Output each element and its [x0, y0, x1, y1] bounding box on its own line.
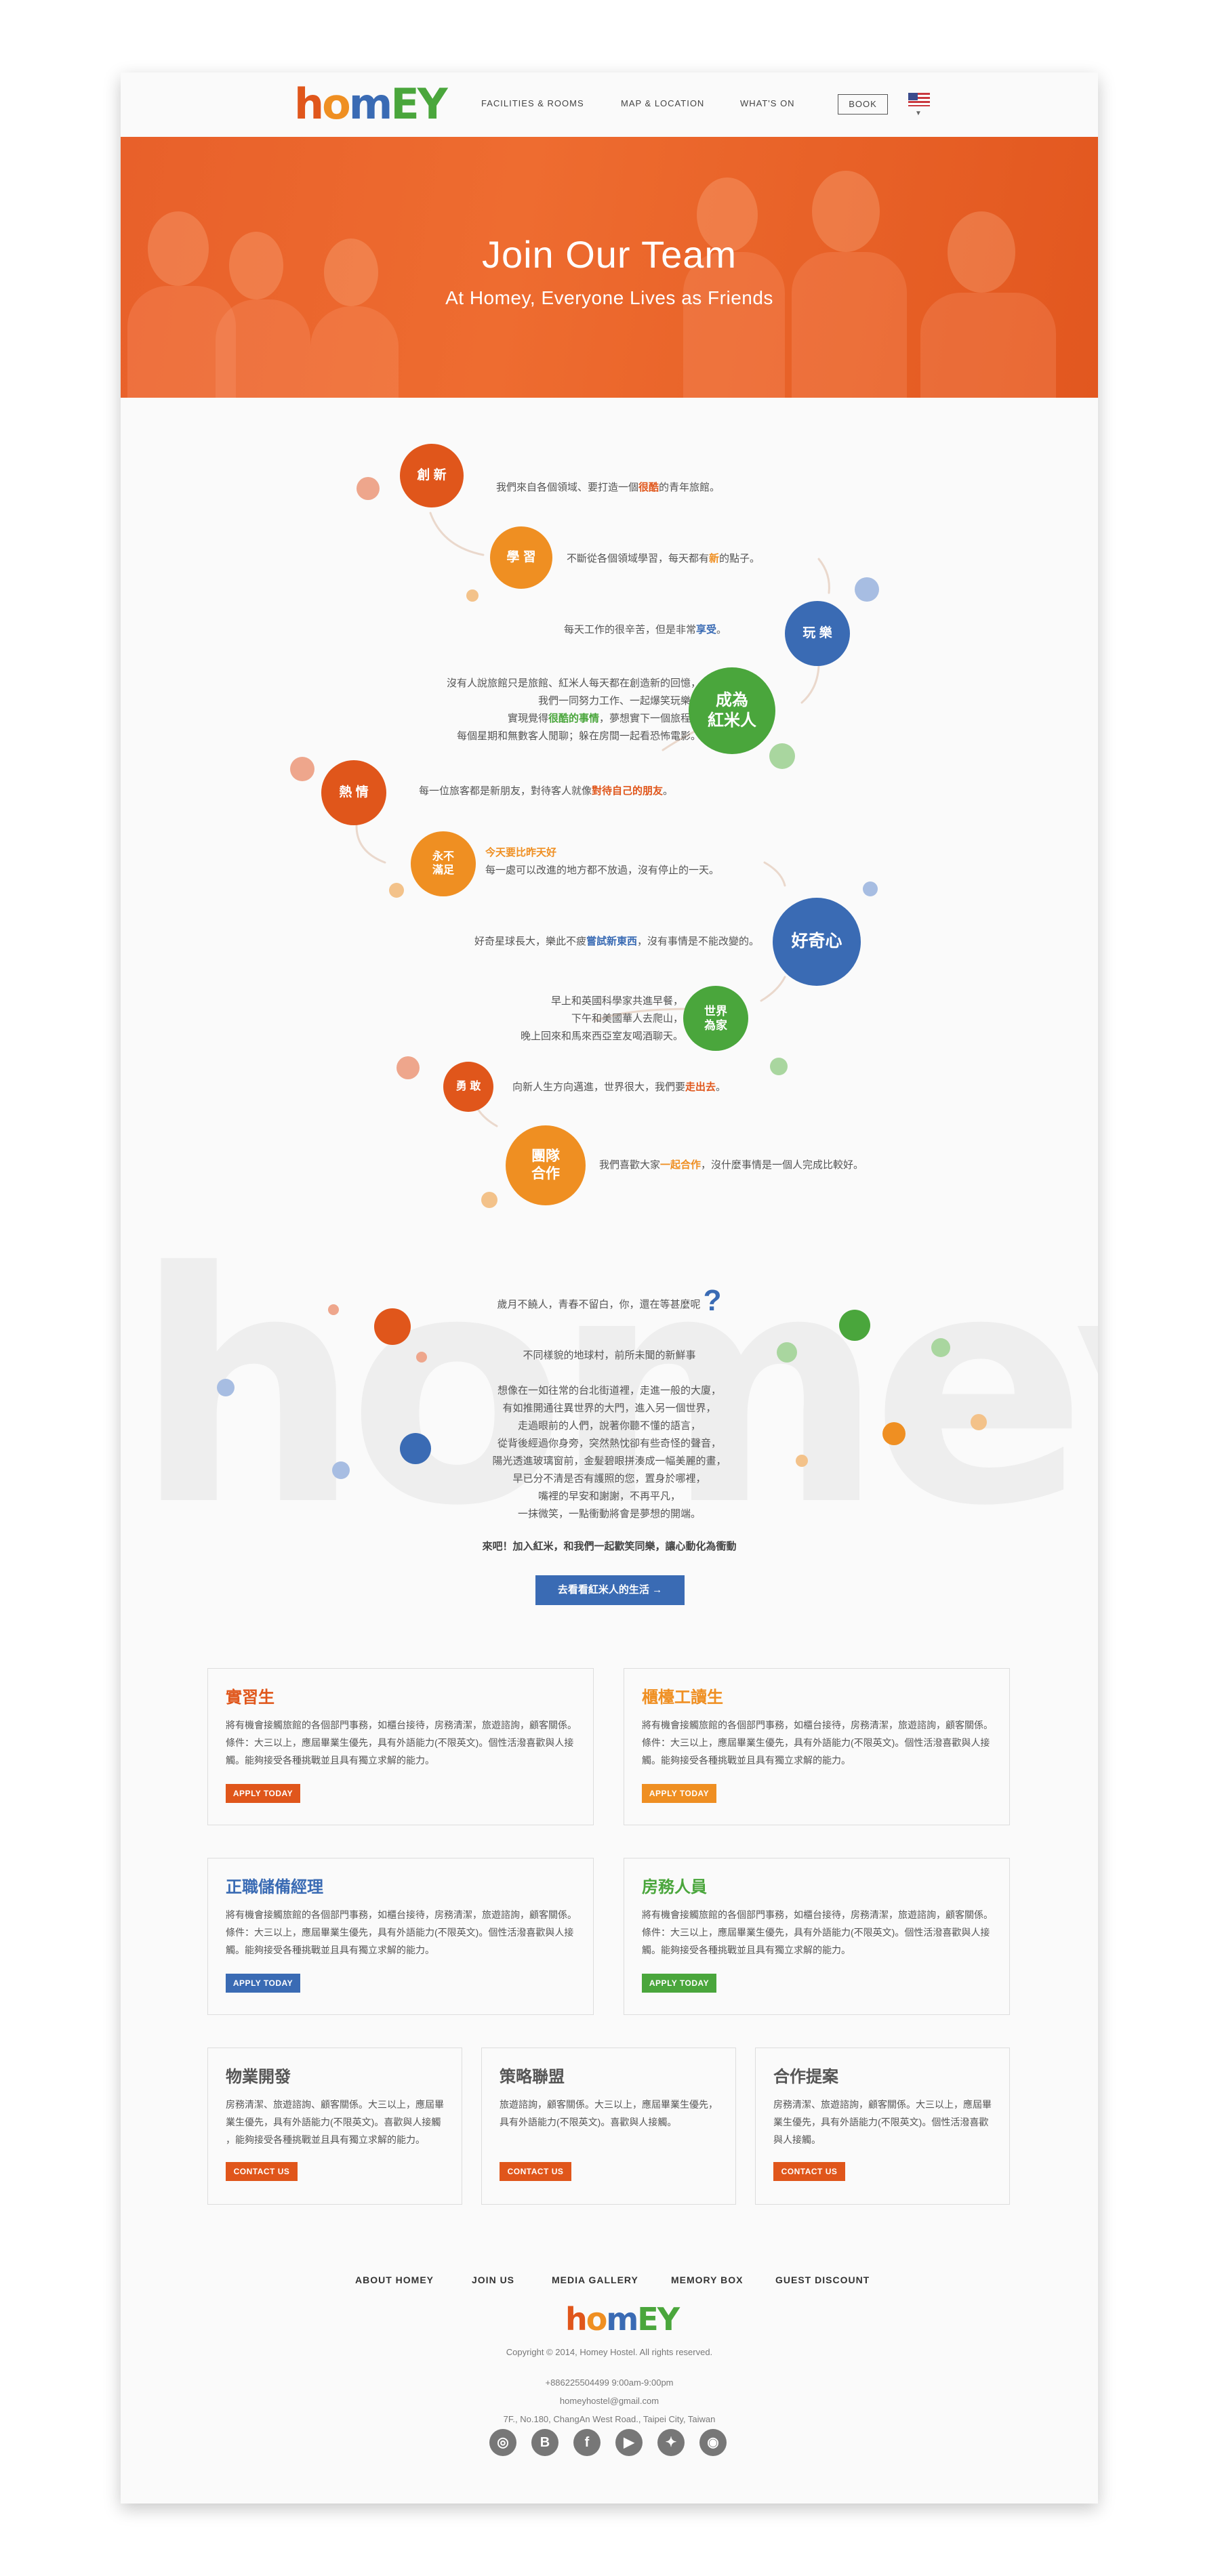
- partner-title: 合作提案: [773, 2068, 838, 2086]
- footer-nav-about[interactable]: ABOUT HOMEY: [355, 2274, 434, 2285]
- decorative-dot: [863, 881, 878, 896]
- partner-title: 策略聯盟: [500, 2068, 565, 2086]
- job-description: 將有機會接觸旅館的各個部門事務，如櫃台接待，房務清潔，旅遊諮詢，顧客關係。 條件：…: [226, 1720, 577, 1766]
- youtube-icon[interactable]: ▶: [615, 2429, 643, 2456]
- footer-nav-guest-discount[interactable]: GUEST DISCOUNT: [775, 2274, 870, 2285]
- job-card-intern: 實習生 將有機會接觸旅館的各個部門事務，如櫃台接待，房務清潔，旅遊諮詢，顧客關係…: [207, 1668, 594, 1825]
- contact-us-button[interactable]: CONTACT US: [773, 2162, 845, 2181]
- apply-today-button[interactable]: APPLY TODAY: [226, 1784, 300, 1803]
- partner-description: 房務清潔、旅遊諮詢、顧客關係。大三以上，應屆畢 業生優先，具有外語能力(不限英文)…: [226, 2099, 444, 2145]
- facebook-icon[interactable]: f: [573, 2429, 601, 2456]
- partner-description: 房務清潔、旅遊諮詢，顧客關係。大三以上，應屆畢 業生優先，具有外語能力(不限英文)…: [773, 2099, 992, 2145]
- value-text-passion: 每一位旅客都是新朋友，對待客人就像對待自己的朋友。: [419, 785, 674, 797]
- decorative-dot: [389, 883, 404, 898]
- job-description: 將有機會接觸旅館的各個部門事務，如櫃台接待，房務清潔，旅遊諮詢，顧客關係。 條件：…: [642, 1720, 993, 1766]
- value-text-courage: 向新人生方向邁進，世界很大，我們要走出去。: [512, 1081, 727, 1093]
- job-card-front-desk: 櫃檯工讀生 將有機會接觸旅館的各個部門事務，如櫃台接待，房務清潔，旅遊諮詢，顧客…: [624, 1668, 1010, 1825]
- job-description: 將有機會接觸旅館的各個部門事務，如櫃台接待，房務清潔，旅遊諮詢，顧客關係。 條件：…: [226, 1909, 577, 1955]
- blogger-icon[interactable]: B: [531, 2429, 558, 2456]
- story-closing: 來吧！加入紅米，和我們一起歡笑同樂，讓心動化為衝動: [482, 1541, 737, 1552]
- contact-us-button[interactable]: CONTACT US: [226, 2162, 298, 2181]
- value-circle-become-homey: 成為 紅米人: [689, 667, 775, 754]
- value-text-curiosity: 好奇星球長大，樂此不疲嘗試新東西，沒有事情是不能改變的。: [474, 936, 759, 947]
- values-path-connector: [355, 512, 830, 1127]
- weibo-icon[interactable]: ◉: [699, 2429, 727, 2456]
- apply-today-button[interactable]: APPLY TODAY: [642, 1784, 716, 1803]
- story-body: 想像在一如往常的台北街道裡，走進一般的大廈， 有如推開通往異世界的大門，進入另一…: [492, 1385, 727, 1520]
- value-text-innovation: 我們來自各個領域、要打造一個很酷的青年旅館。: [496, 482, 720, 493]
- decorative-dot: [290, 757, 314, 781]
- job-title: 正職儲備經理: [226, 1878, 323, 1896]
- copyright: Copyright © 2014, Homey Hostel. All righ…: [506, 2347, 713, 2357]
- story-question: 歲月不饒人，青春不留白，你，還在等甚麼呢 ?: [497, 1284, 722, 1317]
- partner-card-alliance: 策略聯盟 旅遊諮詢，顧客關係。大三以上，應屆畢業生優先， 具有外語能力(不限英文)…: [481, 2048, 736, 2205]
- decorative-dot: [466, 589, 479, 602]
- job-title: 櫃檯工讀生: [642, 1688, 723, 1707]
- job-description: 將有機會接觸旅館的各個部門事務，如櫃台接待，房務清潔，旅遊諮詢，顧客關係。 條件：…: [642, 1909, 993, 1955]
- footer-nav-media-gallery[interactable]: MEDIA GALLERY: [552, 2274, 638, 2285]
- value-text-learning: 不斷從各個領域學習，每天都有新的點子。: [567, 553, 760, 564]
- value-text-world-home: 早上和英國科學家共進早餐， 下午和美國華人去爬山， 晚上回來和馬來西亞室友喝酒聊…: [520, 995, 683, 1042]
- value-circle-never-satisfied: 永不 滿足: [411, 831, 476, 896]
- value-circle-curiosity: 好奇心: [773, 898, 861, 986]
- homey-life-button[interactable]: 去看看紅米人的生活 →: [535, 1575, 685, 1605]
- value-text-fun: 每天工作的很辛苦，但是非常享受。: [563, 624, 727, 636]
- story-intro: 不同樣貌的地球村，前所未聞的新鮮事: [523, 1350, 696, 1361]
- value-circle-courage: 勇 敢: [443, 1062, 493, 1112]
- partner-title: 物業開發: [226, 2068, 291, 2086]
- value-circle-passion: 熱 情: [321, 760, 386, 825]
- apply-today-button[interactable]: APPLY TODAY: [642, 1974, 716, 1993]
- question-mark-icon: ?: [703, 1284, 722, 1317]
- partner-card-property: 物業開發 房務清潔、旅遊諮詢、顧客關係。大三以上，應屆畢 業生優先，具有外語能力(…: [207, 2048, 462, 2205]
- contact-email[interactable]: homeyhostel@gmail.com: [121, 2396, 1098, 2406]
- page: homEY FACILITIES & ROOMS MAP & LOCATION …: [121, 72, 1098, 2504]
- value-circle-innovation: 創 新: [400, 444, 464, 507]
- twitter-icon[interactable]: ✦: [657, 2429, 685, 2456]
- tripadvisor-icon[interactable]: ◎: [489, 2429, 516, 2456]
- contact-phone: +886225504499 9:00am-9:00pm: [545, 2377, 674, 2388]
- job-card-manager: 正職儲備經理 將有機會接觸旅館的各個部門事務，如櫃台接待，房務清潔，旅遊諮詢，顧…: [207, 1858, 594, 2015]
- decorative-dot: [855, 577, 879, 602]
- decorative-dot: [769, 743, 795, 769]
- job-title: 房務人員: [642, 1878, 707, 1896]
- value-text-teamwork: 我們喜歡大家一起合作，沒什麼事情是一個人完成比較好。: [599, 1159, 864, 1171]
- job-title: 實習生: [226, 1688, 274, 1707]
- partner-description: 旅遊諮詢，顧客關係。大三以上，應屆畢業生優先， 具有外語能力(不限英文)。喜歡與人…: [500, 2099, 718, 2127]
- value-circle-fun: 玩 樂: [785, 601, 850, 666]
- apply-today-button[interactable]: APPLY TODAY: [226, 1974, 300, 1993]
- job-card-housekeeping: 房務人員 將有機會接觸旅館的各個部門事務，如櫃台接待，房務清潔，旅遊諮詢，顧客關…: [624, 1858, 1010, 2015]
- decorative-dot: [396, 1056, 420, 1079]
- contact-address: 7F., No.180, ChangAn West Road., Taipei …: [503, 2414, 716, 2424]
- value-text-become-homey: 沒有人說旅館只是旅館、紅米人每天都在創造新的回憶， 我們一同努力工作、一起爆笑玩…: [446, 678, 701, 742]
- footer-nav-memory-box[interactable]: MEMORY BOX: [671, 2274, 743, 2285]
- decorative-dot: [357, 477, 380, 500]
- contact-us-button[interactable]: CONTACT US: [500, 2162, 571, 2181]
- value-circle-world-home: 世界 為家: [683, 986, 748, 1051]
- partner-card-proposal: 合作提案 房務清潔、旅遊諮詢，顧客關係。大三以上，應屆畢 業生優先，具有外語能力(…: [755, 2048, 1010, 2205]
- value-circle-learning: 學 習: [490, 526, 552, 589]
- value-circle-teamwork: 團隊 合作: [506, 1125, 586, 1205]
- decorative-dot: [770, 1058, 788, 1075]
- value-text-never-satisfied: 今天要比昨天好 每一處可以改進的地方都不放過，沒有停止的一天。: [485, 847, 720, 876]
- footer-logo[interactable]: homEY: [565, 2304, 680, 2335]
- footer-nav-join-us[interactable]: JOIN US: [472, 2274, 514, 2285]
